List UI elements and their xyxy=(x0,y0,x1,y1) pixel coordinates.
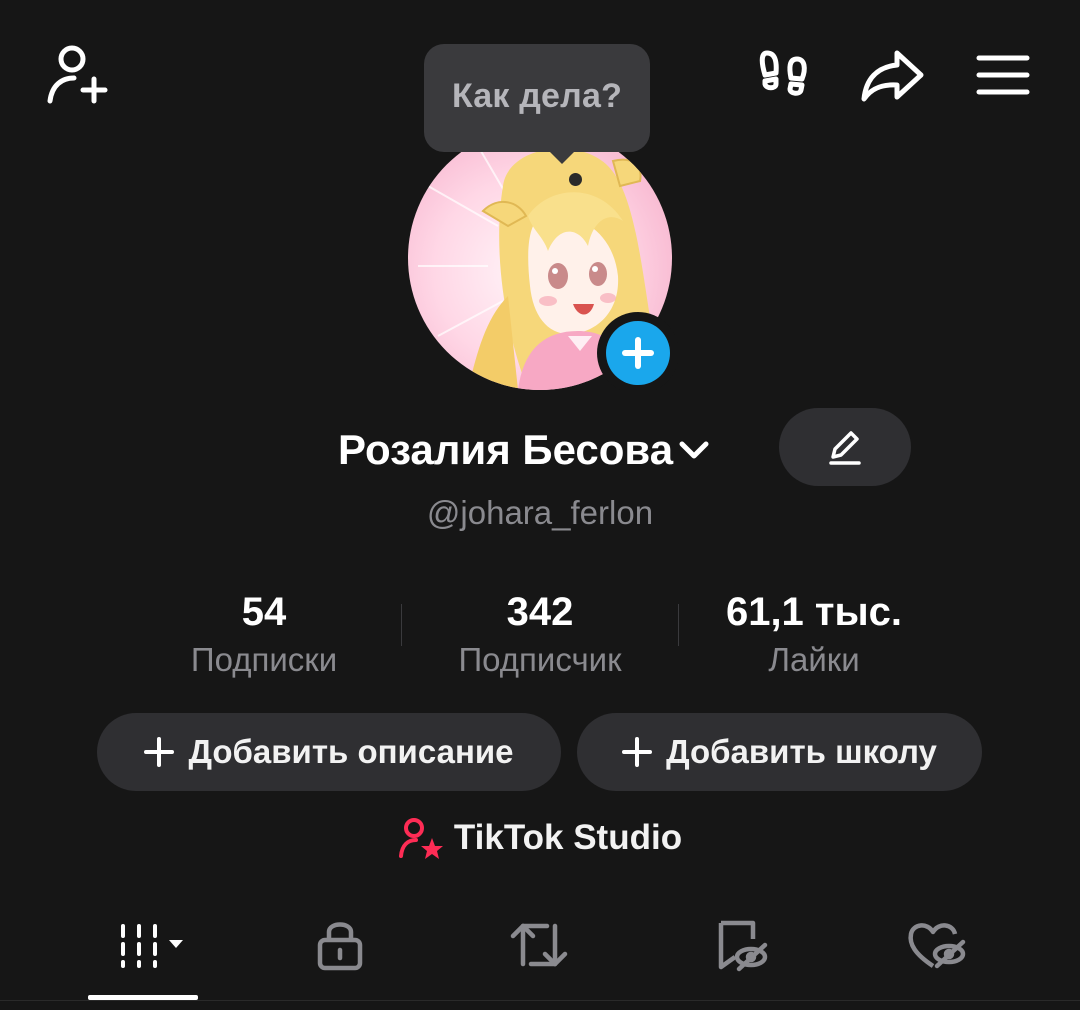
stat-divider xyxy=(401,604,402,646)
tab-private[interactable] xyxy=(265,910,415,980)
videos-grid-icon xyxy=(121,924,183,968)
tab-favorites[interactable] xyxy=(666,910,816,980)
tab-bar-divider xyxy=(0,1000,1080,1001)
stat-divider xyxy=(678,604,679,646)
profile-screen: Как дела? Розалия Бесова @johara_ferlon … xyxy=(0,0,1080,1010)
stat-followers-value: 342 xyxy=(506,590,574,634)
tab-liked[interactable] xyxy=(862,910,1012,980)
add-description-button[interactable]: Добавить описание xyxy=(97,713,561,791)
stat-likes[interactable]: 61,1 тыс. Лайки xyxy=(684,586,944,682)
status-bubble-dot xyxy=(569,173,582,186)
edit-profile-button[interactable] xyxy=(779,408,911,486)
lock-icon xyxy=(317,922,363,971)
add-description-label: Добавить описание xyxy=(188,733,514,770)
add-avatar-button[interactable] xyxy=(597,312,679,394)
stat-followers[interactable]: 342 Подписчик xyxy=(410,586,670,682)
chevron-down-icon xyxy=(677,438,711,462)
tab-videos[interactable] xyxy=(78,910,228,980)
stat-following-label: Подписки xyxy=(190,641,338,678)
footprints-icon[interactable] xyxy=(752,44,814,106)
display-name-row[interactable]: Розалия Бесова xyxy=(338,420,711,480)
stat-likes-label: Лайки xyxy=(768,641,860,678)
stat-likes-value: 61,1 тыс. xyxy=(725,590,903,634)
bookmark-hidden-icon xyxy=(718,920,768,972)
stat-followers-label: Подписчик xyxy=(458,641,622,678)
stat-following[interactable]: 54 Подписки xyxy=(134,586,394,682)
menu-icon[interactable] xyxy=(972,50,1034,100)
creator-star-icon xyxy=(398,818,443,859)
repost-icon xyxy=(510,923,568,967)
share-icon[interactable] xyxy=(856,44,928,106)
plus-icon xyxy=(622,737,653,767)
tab-reposts[interactable] xyxy=(464,910,614,980)
add-school-button[interactable]: Добавить школу xyxy=(577,713,982,791)
tiktok-studio-link[interactable]: TikTok Studio xyxy=(0,812,1080,864)
stat-following-value: 54 xyxy=(241,590,287,634)
pencil-icon xyxy=(829,431,861,465)
plus-icon xyxy=(144,737,175,767)
status-bubble-tail xyxy=(548,150,576,164)
status-bubble[interactable]: Как дела? xyxy=(424,44,650,152)
status-bubble-text: Как дела? xyxy=(451,76,623,115)
plus-icon xyxy=(606,321,670,385)
tiktok-studio-label: TikTok Studio xyxy=(453,818,683,857)
add-friend-icon[interactable] xyxy=(40,38,114,108)
username: @johara_ferlon xyxy=(426,494,654,531)
display-name: Розалия Бесова xyxy=(338,426,674,473)
add-school-label: Добавить школу xyxy=(666,733,937,770)
heart-hidden-icon xyxy=(908,923,966,969)
